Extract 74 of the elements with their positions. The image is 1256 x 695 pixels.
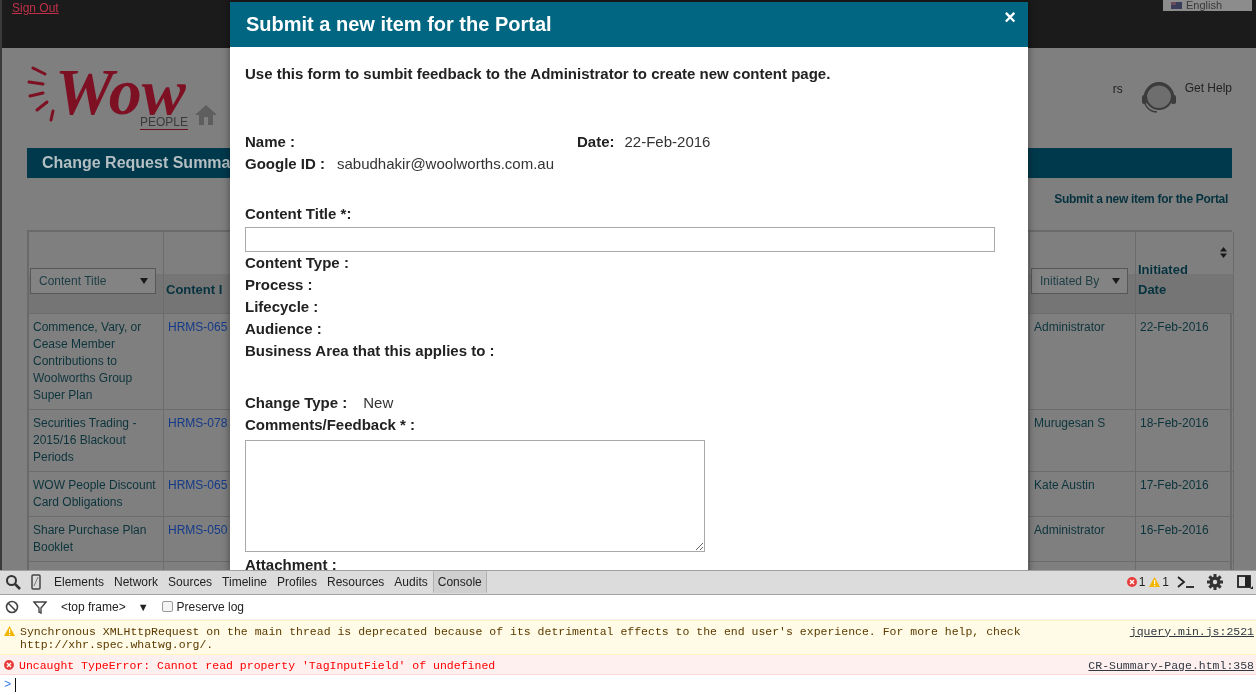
text-cursor [15,678,17,693]
dialog-title: Submit a new item for the Portal [246,13,552,36]
nav-link[interactable]: rs [1112,82,1123,96]
devtools-tab[interactable]: Resources [322,571,390,594]
warning-count[interactable]: 1 [1149,575,1169,590]
table-cell: Securities Trading - 2015/16 Blackout Periods [29,410,164,472]
devtools-tab[interactable]: Audits [389,571,433,594]
caret-icon [140,278,148,284]
console-prompt-icon [1177,575,1195,590]
home-icon [194,104,218,126]
error-count[interactable]: 1 [1126,575,1146,590]
prompt-symbol: > [4,678,12,693]
caret-icon [1112,278,1120,284]
field-value: 22-Feb-2016 [624,132,711,152]
field-label: Content Title *: [245,204,353,224]
table-cell: Administrator [1030,314,1136,410]
field-value: sabudhakir@woolworths.com.au [337,154,554,174]
input-field[interactable] [245,227,995,252]
language-label: English [1185,0,1222,11]
page-title: Change Request Summa [42,154,231,172]
field-label: Date: [577,132,615,152]
warning-icon [4,625,15,636]
table-cell: Commence, Vary, or Cease Member Contributions to Woolworths Group Super Plan [29,314,164,410]
table-cell: 18-Feb-2016 [1136,410,1234,472]
source-link[interactable]: jquery.min.js:2521 [1129,624,1254,638]
sort-icon [1220,247,1227,258]
settings-icon [1207,574,1223,591]
field-label: Content Type : [245,253,350,273]
table-cell: 16-Feb-2016 [1136,517,1234,562]
field-label: Google ID : [245,154,325,174]
checkbox[interactable] [161,601,173,613]
comments-field[interactable] [245,440,705,552]
error-icon [4,660,14,671]
search-icon [5,574,21,591]
devtools-tab[interactable]: Network [109,571,164,594]
dock-icon [1237,575,1253,590]
field-label: Change Type : [245,393,348,413]
language-button[interactable]: English [1162,0,1252,11]
device-icon [31,574,41,591]
field-value: New [363,393,394,413]
close-button[interactable]: × [1004,6,1016,27]
field-label: Lifecycle : [245,297,320,317]
console-message: Uncaught TypeError: Cannot read property 'TagInputField' of undefined [19,659,497,673]
table-cell: WOW People Discount Card Obligations [29,472,164,517]
table-cell: Murugesan S [1030,410,1136,472]
field-label: Business Area that this applies to : [245,341,496,361]
table-cell: 17-Feb-2016 [1136,472,1234,517]
devtools-tab[interactable]: Console [432,571,487,594]
devtools-tab[interactable]: Elements [49,571,110,594]
field-label: Name : [245,132,296,152]
help-link[interactable]: Get Help [1184,81,1232,95]
table-cell: Kate Austin [1030,472,1136,517]
warning-icon [1149,577,1161,588]
checkbox-label: Preserve log [176,599,244,614]
frame-select[interactable]: <top frame> ▼ [61,599,149,614]
flag-icon [1170,2,1182,9]
column-header: Content I [166,282,223,297]
devtools-tab[interactable]: Sources [163,571,218,594]
form-description: Use this form to sumbit feedback to the Administrator to create new content page. [245,65,832,82]
devtools-tab[interactable]: Timeline [217,571,272,594]
table-cell: Administrator [1030,517,1136,562]
filter-icon [33,599,47,614]
field-label: Comments/Feedback * : [245,415,417,435]
logo-subtitle: PEOPLE [139,116,188,130]
field-label: Audience : [245,319,323,339]
source-link[interactable]: CR-Summary-Page.html:358 [1088,659,1254,673]
devtools-tab[interactable]: Profiles [272,571,322,594]
error-icon [1126,577,1137,588]
console-message: Synchronous XMLHttpRequest on the main thread is deprecated because of its detrimental effects to the end user's experience. For more help, check http://xhr.spec.whatwg.org/. [20,624,1022,652]
table-cell: 22-Feb-2016 [1136,314,1234,410]
clear-icon [5,599,19,614]
field-label: Process : [245,275,314,295]
table-cell: Share Purchase Plan Booklet [29,517,164,562]
field-label: Attachment : [245,557,338,570]
